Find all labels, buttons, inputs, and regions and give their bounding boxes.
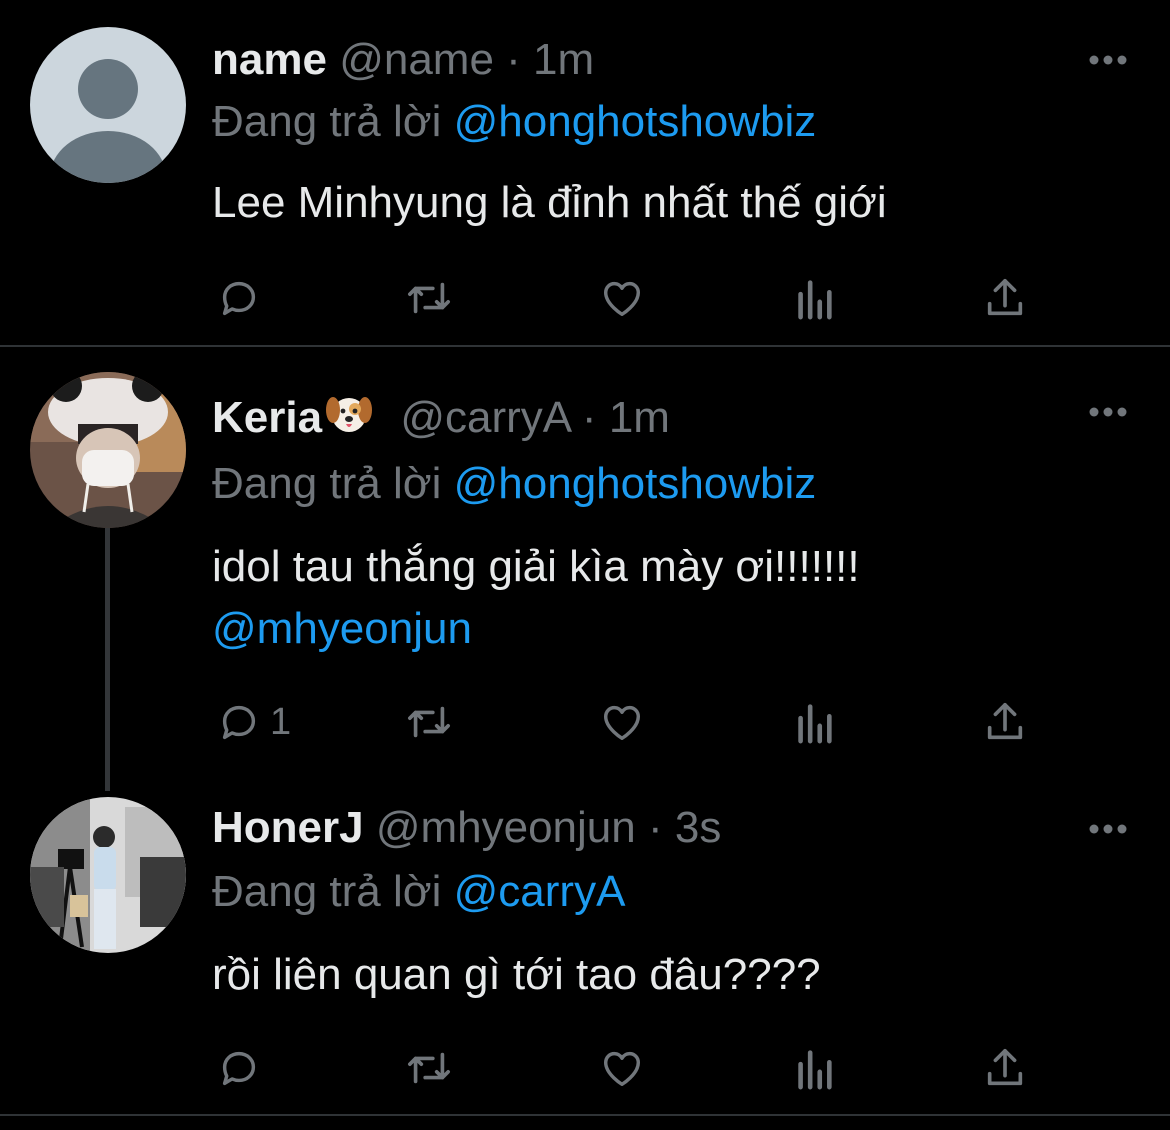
tweet-divider (0, 345, 1170, 347)
user-handle[interactable]: @name (339, 35, 494, 84)
views-button[interactable] (794, 1040, 834, 1096)
tweet-header: Keria @carryA · 1m (212, 388, 670, 448)
tweet-text: idol tau thắng giải kìa mày ơi!!!!!!! @m… (212, 536, 860, 660)
views-icon (798, 704, 832, 744)
display-name[interactable]: HonerJ (212, 803, 364, 852)
retweet-button[interactable] (402, 1040, 456, 1096)
avatar-honerj[interactable] (30, 797, 186, 953)
replying-to-line: Đang trả lời @honghotshowbiz (212, 92, 816, 152)
replying-to-line: Đang trả lời @honghotshowbiz (212, 454, 816, 514)
dog-face-emoji (324, 390, 374, 452)
share-icon (987, 278, 1023, 316)
user-handle[interactable]: @mhyeonjun (376, 803, 636, 852)
retweet-button[interactable] (402, 270, 456, 326)
action-bar: 1 (212, 694, 1042, 750)
display-name[interactable]: name (212, 35, 327, 84)
views-icon (798, 1050, 832, 1090)
retweet-icon (408, 282, 450, 314)
like-button[interactable] (598, 270, 646, 326)
reply-icon (222, 1051, 256, 1086)
thread-connector-line (105, 528, 110, 791)
separator-dot: · (506, 35, 521, 84)
replying-to-line: Đang trả lời @carryA (212, 862, 625, 922)
more-icon[interactable] (1088, 821, 1128, 837)
reply-icon (222, 705, 256, 740)
action-bar (212, 1040, 1042, 1096)
share-button[interactable] (982, 270, 1028, 326)
tweet-text-line: idol tau thắng giải kìa mày ơi!!!!!!! (212, 542, 860, 591)
action-bar (212, 270, 1042, 326)
reply-button[interactable]: 1 (216, 694, 291, 750)
share-icon (987, 1048, 1023, 1086)
retweet-icon (408, 1052, 450, 1084)
timestamp[interactable]: 3s (675, 803, 721, 852)
replying-label: Đang trả lời (212, 459, 442, 508)
reply-button[interactable] (216, 270, 270, 326)
display-name[interactable]: Keria (212, 393, 322, 442)
tweet-text: Lee Minhyung là đỉnh nhất thế giới (212, 178, 887, 227)
like-button[interactable] (598, 694, 646, 750)
replying-to-mention[interactable]: @honghotshowbiz (454, 97, 817, 146)
separator-dot: · (581, 393, 597, 442)
more-icon[interactable] (1088, 404, 1128, 420)
reply-icon (222, 281, 256, 316)
like-icon (603, 1051, 641, 1087)
replying-label: Đang trả lời (212, 867, 442, 916)
replying-to-mention[interactable]: @carryA (454, 867, 626, 916)
user-handle[interactable]: @carryA (400, 393, 569, 442)
tweet-text-mention[interactable]: @mhyeonjun (212, 598, 860, 660)
tweet-header: HonerJ @mhyeonjun · 3s (212, 798, 721, 858)
avatar-keria[interactable] (30, 372, 186, 528)
tweet-text: rồi liên quan gì tới tao đâu???? (212, 950, 821, 999)
tweet-divider (0, 1114, 1170, 1116)
views-icon (798, 280, 832, 320)
reply-button[interactable] (216, 1040, 270, 1096)
views-button[interactable] (794, 270, 834, 326)
more-icon[interactable] (1088, 52, 1128, 68)
timestamp[interactable]: 1m (533, 35, 594, 84)
avatar-default[interactable] (30, 27, 186, 183)
like-button[interactable] (598, 1040, 646, 1096)
like-icon (603, 705, 641, 741)
like-icon (603, 281, 641, 317)
replying-label: Đang trả lời (212, 97, 442, 146)
replying-to-mention[interactable]: @honghotshowbiz (454, 459, 817, 508)
retweet-icon (408, 706, 450, 738)
views-button[interactable] (794, 694, 834, 750)
reply-count: 1 (270, 700, 292, 743)
tweet-header: name @name · 1m (212, 30, 594, 90)
timestamp[interactable]: 1m (609, 393, 670, 442)
retweet-button[interactable] (402, 694, 456, 750)
separator-dot: · (647, 803, 663, 852)
share-icon (987, 702, 1023, 740)
share-button[interactable] (982, 694, 1028, 750)
share-button[interactable] (982, 1040, 1028, 1096)
